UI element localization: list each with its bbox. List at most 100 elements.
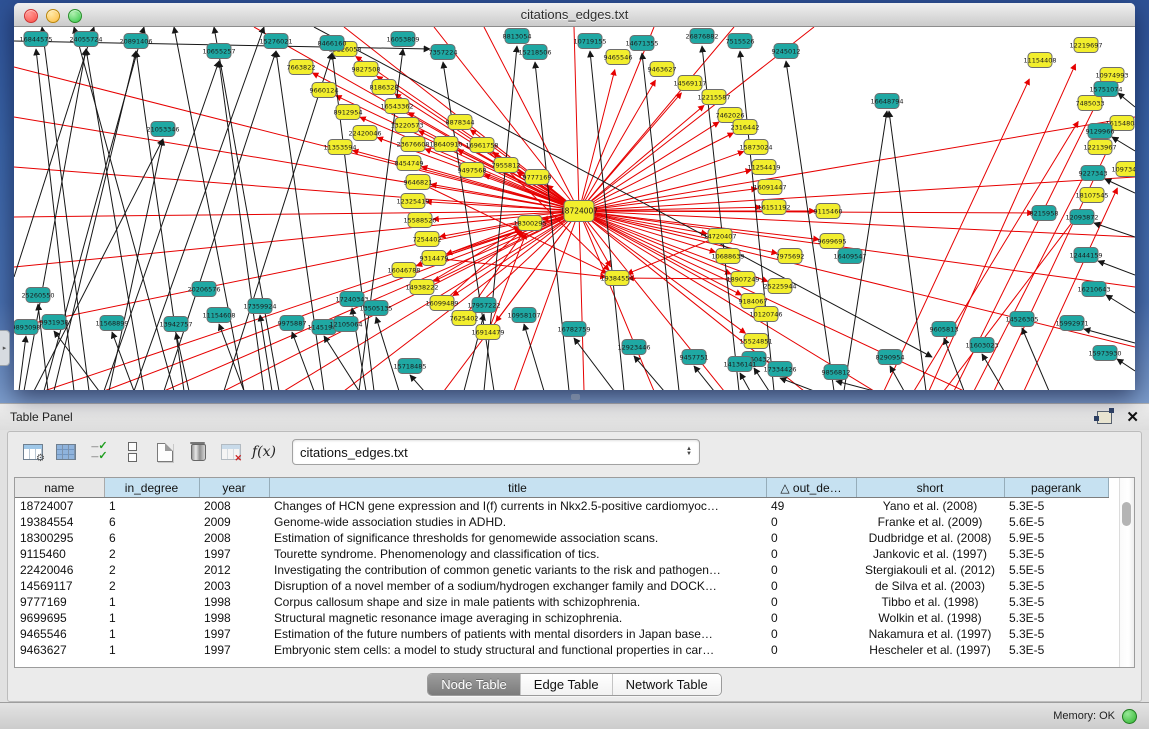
table-row[interactable]: 969969511998Structural magnetic resonanc…	[15, 610, 1108, 626]
graph-node-label: 7254402	[413, 235, 442, 243]
table-panel: Table Panel ✕ ⚙ ✓✓ ✕ f(x) citations_edge…	[0, 403, 1149, 702]
table-cell: Disruption of a novel member of a sodium…	[269, 578, 766, 594]
table-cell: 0	[766, 546, 856, 562]
graph-node-label: 9115460	[814, 207, 843, 215]
citation-edge	[780, 378, 814, 390]
graph-node-label: 9777169	[523, 173, 552, 181]
graph-node-label: 25260550	[21, 291, 54, 299]
citation-edge	[982, 354, 1004, 390]
graph-node-label: 7955812	[492, 161, 521, 169]
table-cell: Structural magnetic resonance image aver…	[269, 610, 766, 626]
graph-node-label: 18724007	[560, 207, 598, 216]
select-all-columns-button[interactable]: ✓✓	[86, 440, 112, 464]
table-row[interactable]: 946554611997Estimation of the future num…	[15, 626, 1108, 642]
graph-node-label: 10120746	[749, 310, 782, 318]
tab-node-table[interactable]: Node Table	[428, 674, 521, 695]
scrollbar-thumb[interactable]	[1122, 502, 1131, 526]
graph-node-label: 23676608	[396, 140, 429, 148]
graph-node-label: 15973930	[1088, 349, 1121, 357]
column-header-short[interactable]: short	[856, 478, 1004, 498]
float-panel-icon[interactable]	[1097, 411, 1112, 424]
citation-out-edge	[579, 211, 819, 239]
graph-node-label: 8466160	[318, 39, 347, 47]
table-cell: 1	[104, 610, 199, 626]
graph-node-label: 18640910	[429, 140, 462, 148]
table-cell: Jankovic et al. (1997)	[856, 546, 1004, 562]
close-panel-icon[interactable]: ✕	[1126, 410, 1139, 425]
graph-node-label: 11254419	[747, 163, 780, 171]
graph-node-label: 16914479	[471, 328, 504, 336]
table-cell: 0	[766, 594, 856, 610]
citation-out-edge	[579, 105, 704, 211]
network-canvas[interactable]: 1322605898275088186328165433621322057323…	[14, 27, 1135, 390]
column-header-in-degree[interactable]: in_degree	[104, 478, 199, 498]
tab-edge-table[interactable]: Edge Table	[521, 674, 613, 695]
table-row[interactable]: 911546021997Tourette syndrome. Phenomeno…	[15, 546, 1108, 562]
table-vertical-scrollbar[interactable]	[1119, 478, 1134, 667]
table-row[interactable]: 1830029562008Estimation of significance …	[15, 530, 1108, 546]
citation-edge	[524, 324, 544, 390]
table-cell: Estimation of the future numbers of pati…	[269, 626, 766, 642]
graph-node-label: 9605813	[930, 325, 959, 333]
graph-node-label: 24055724	[69, 35, 102, 43]
tab-network-table[interactable]: Network Table	[613, 674, 721, 695]
graph-node-label: 15588520	[403, 216, 436, 224]
graph-node-label: 8878344	[446, 118, 475, 126]
graph-node-label: 10655257	[202, 47, 235, 55]
graph-node-label: 8290954	[876, 353, 905, 361]
graph-node-label: 7462026	[716, 111, 745, 119]
table-row[interactable]: 977716911998Corpus callosum shape and si…	[15, 594, 1108, 610]
graph-node-label: 14671355	[625, 39, 658, 47]
column-header-name[interactable]: name	[15, 478, 104, 498]
window-titlebar[interactable]: citations_edges.txt	[14, 3, 1135, 27]
graph-node-label: 9129966	[1086, 127, 1115, 135]
rows-icon	[128, 442, 137, 462]
table-row[interactable]: 1872400712008Changes of HCN gene express…	[15, 498, 1108, 515]
show-columns-button[interactable]	[53, 440, 79, 464]
table-row[interactable]: 1938455462009Genome-wide association stu…	[15, 514, 1108, 530]
table-cell: 22420046	[15, 562, 104, 578]
memory-status-indicator[interactable]	[1122, 709, 1137, 724]
function-builder-button[interactable]: f(x)	[251, 440, 277, 464]
create-column-button[interactable]	[152, 440, 178, 464]
citation-out-edge	[579, 122, 719, 211]
graph-node-label: 10973493	[1111, 165, 1135, 173]
table-cell: Nakamura et al. (1997)	[856, 626, 1004, 642]
table-cell: 5.3E-5	[1004, 498, 1108, 515]
table-cell: 5.6E-5	[1004, 514, 1108, 530]
graph-node-label: 15992971	[1055, 319, 1088, 327]
graph-node-label: 9975887	[278, 319, 307, 327]
node-table-body: 1872400712008Changes of HCN gene express…	[15, 498, 1108, 659]
graph-node-label: 7625402	[450, 314, 479, 322]
table-cell: 1997	[199, 642, 269, 658]
table-cell: 1998	[199, 594, 269, 610]
splitter-grip[interactable]	[571, 394, 580, 400]
citation-edge	[14, 27, 94, 277]
table-selector-dropdown[interactable]: citations_edges.txt ▲▼	[292, 439, 700, 465]
citation-edge	[134, 27, 264, 390]
table-row[interactable]: 946362711997Embryonic stem cells: a mode…	[15, 642, 1108, 658]
table-cell: 9777169	[15, 594, 104, 610]
table-mode-button[interactable]: ⚙	[20, 440, 46, 464]
column-header-title[interactable]: title	[269, 478, 766, 498]
table-cell: 18724007	[15, 498, 104, 515]
network-graph[interactable]: 1322605898275088186328165433621322057323…	[14, 27, 1135, 390]
column-header-out-degree[interactable]: △ out_de…	[766, 478, 856, 498]
table-row[interactable]: 1456911722003Disruption of a novel membe…	[15, 578, 1108, 594]
graph-node-label: 26876882	[685, 32, 718, 40]
node-table: name in_degree year title △ out_de… shor…	[14, 477, 1135, 668]
graph-node-label: 12105064	[329, 320, 362, 328]
table-cell: Investigating the contribution of common…	[269, 562, 766, 578]
row-options-button[interactable]	[119, 440, 145, 464]
collapse-panel-handle[interactable]: ▸	[0, 330, 10, 366]
table-row[interactable]: 2242004622012Investigating the contribut…	[15, 562, 1108, 578]
hub-ray-edge	[574, 27, 579, 211]
citation-edge	[34, 139, 163, 390]
citation-edge	[914, 121, 1078, 390]
column-header-year[interactable]: year	[199, 478, 269, 498]
column-header-pagerank[interactable]: pagerank	[1004, 478, 1108, 498]
table-cell: 2012	[199, 562, 269, 578]
citation-edge	[219, 61, 264, 390]
table-cell: 2009	[199, 514, 269, 530]
delete-column-button[interactable]	[185, 440, 211, 464]
